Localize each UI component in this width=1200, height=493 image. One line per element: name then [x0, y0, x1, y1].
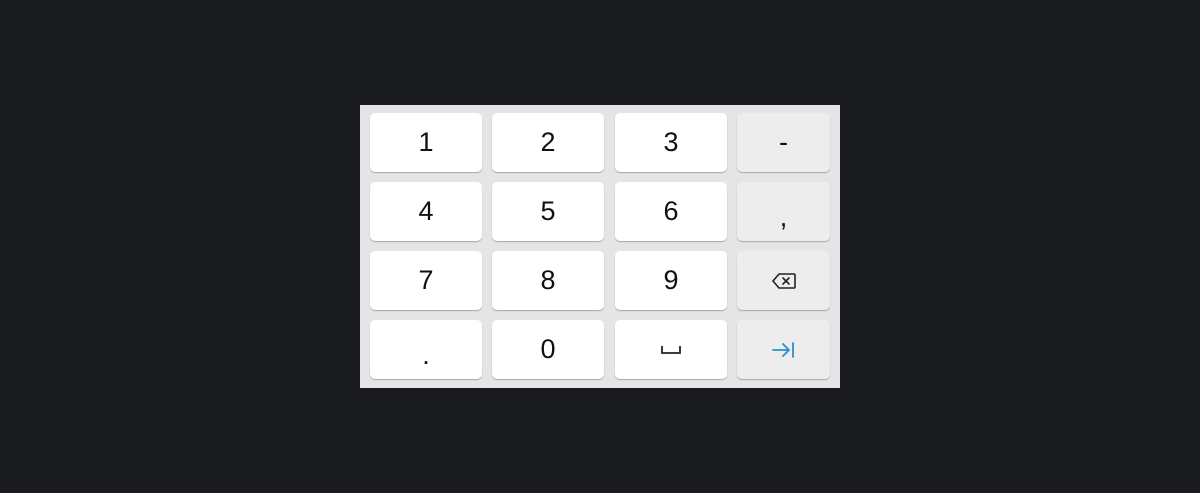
key-4-label: 4 [418, 196, 434, 226]
key-3[interactable]: 3 [615, 113, 727, 172]
numeric-keypad: 1 2 3 - 4 5 6 , 7 8 9 . 0 [360, 105, 840, 388]
space-icon [661, 345, 681, 355]
key-1-label: 1 [418, 127, 434, 157]
key-0[interactable]: 0 [492, 320, 604, 379]
key-comma[interactable]: , [737, 182, 830, 241]
tab-next-icon [771, 341, 796, 359]
key-4[interactable]: 4 [370, 182, 482, 241]
key-2-label: 2 [540, 127, 556, 157]
key-6-label: 6 [663, 196, 679, 226]
key-8[interactable]: 8 [492, 251, 604, 310]
key-9[interactable]: 9 [615, 251, 727, 310]
key-8-label: 8 [540, 265, 556, 295]
key-period-label: . [422, 340, 430, 370]
key-comma-label: , [779, 202, 788, 232]
key-3-label: 3 [663, 127, 679, 157]
key-1[interactable]: 1 [370, 113, 482, 172]
key-5-label: 5 [540, 196, 556, 226]
key-2[interactable]: 2 [492, 113, 604, 172]
key-6[interactable]: 6 [615, 182, 727, 241]
key-space[interactable] [615, 320, 727, 379]
key-tab-next[interactable] [737, 320, 830, 379]
backspace-icon [771, 272, 796, 289]
key-minus-label: - [779, 127, 788, 157]
key-5[interactable]: 5 [492, 182, 604, 241]
key-7-label: 7 [418, 265, 434, 295]
key-backspace[interactable] [737, 251, 830, 310]
key-minus[interactable]: - [737, 113, 830, 172]
key-7[interactable]: 7 [370, 251, 482, 310]
key-9-label: 9 [663, 265, 679, 295]
key-0-label: 0 [540, 334, 556, 364]
key-period[interactable]: . [370, 320, 482, 379]
